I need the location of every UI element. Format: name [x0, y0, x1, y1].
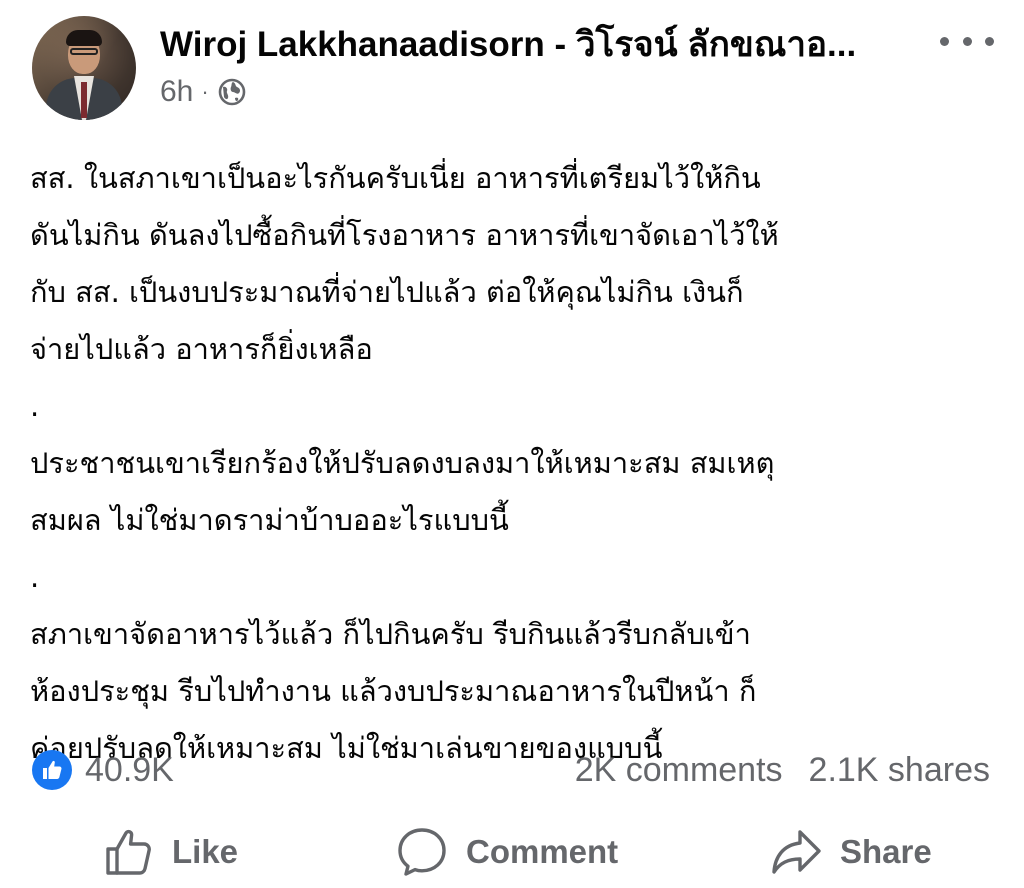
shares-count[interactable]: 2.1K shares [809, 748, 990, 792]
like-reaction-icon[interactable] [32, 750, 72, 790]
post-text-line: . [30, 560, 40, 594]
post-text-line: ห้องประชุม รีบไปทำงาน แล้วงบประมาณอาหารใ… [30, 674, 757, 708]
post-text-line: สภาเขาจัดอาหารไว้แล้ว ก็ไปกินครับ รีบกิน… [30, 617, 751, 651]
author-name[interactable]: Wiroj Lakkhanaadisorn - วิโรจน์ ลักขณาอ.… [160, 22, 856, 68]
post-text-line: กับ สส. เป็นงบประมาณที่จ่ายไปแล้ว ต่อให้… [30, 275, 744, 309]
post-text-line: สส. ในสภาเขาเป็นอะไรกันครับเนี่ย อาหารที… [30, 161, 761, 195]
post-text-line: จ่ายไปแล้ว อาหารก็ยิ่งเหลือ [30, 332, 373, 366]
comment-label: Comment [466, 833, 619, 870]
post-text-line: ดันไม่กิน ดันลงไปซื้อกินที่โรงอาหาร อาหา… [30, 218, 779, 252]
share-button[interactable]: Share [770, 822, 932, 882]
meta-separator: · [201, 79, 209, 104]
post-meta: 6h · [160, 72, 247, 112]
share-arrow-icon [772, 830, 821, 874]
post-text-line: สมผล ไม่ใช่มาดราม่าบ้าบออะไรแบบนี้ [30, 503, 509, 537]
post-text-line: . [30, 389, 40, 423]
reactions-summary: 40.9K 2K comments 2.1K shares [0, 742, 1024, 798]
comment-bubble-icon [398, 828, 446, 876]
globe-icon[interactable] [217, 77, 247, 107]
engagement-stats: 2K comments 2.1K shares [575, 748, 990, 792]
reaction-count[interactable]: 40.9K [85, 748, 174, 792]
author-avatar[interactable] [32, 16, 136, 120]
thumbs-up-icon [106, 829, 151, 875]
post-time[interactable]: 6h [160, 75, 193, 109]
more-options-icon[interactable] [940, 26, 994, 56]
post-text: สส. ในสภาเขาเป็นอะไรกันครับเนี่ย อาหารที… [30, 150, 1000, 777]
like-label: Like [172, 833, 239, 870]
share-label: Share [840, 833, 932, 870]
post-actions: Like Comment Share [0, 818, 1024, 886]
comments-count[interactable]: 2K comments [575, 748, 783, 792]
post-header: Wiroj Lakkhanaadisorn - วิโรจน์ ลักขณาอ.… [0, 0, 1024, 130]
post-text-line: ประชาชนเขาเรียกร้องให้ปรับลดงบลงมาให้เหม… [30, 446, 775, 480]
comment-button[interactable]: Comment [396, 822, 618, 882]
like-button[interactable]: Like [104, 822, 238, 882]
